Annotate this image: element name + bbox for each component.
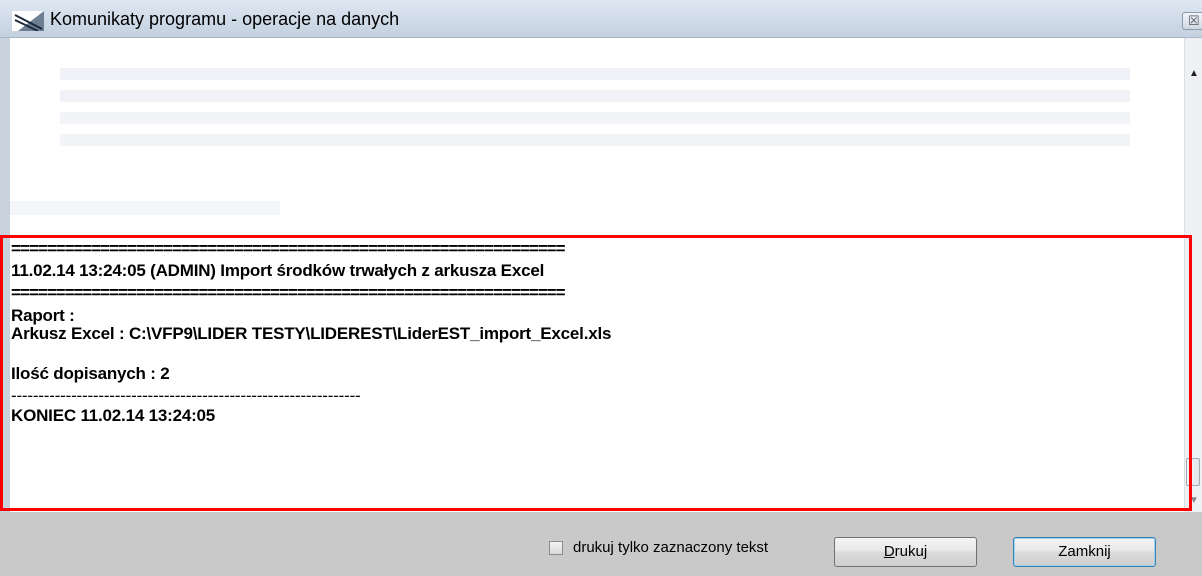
- print-button-label: rukuj: [894, 543, 928, 560]
- separator-line: ========================================…: [11, 239, 566, 258]
- title-bar: Komunikaty programu - operacje na danych…: [0, 0, 1202, 38]
- report-label: Raport :: [11, 306, 75, 325]
- print-button-mnemonic: D: [883, 543, 895, 560]
- scroll-up-icon[interactable]: ▲: [1189, 68, 1199, 79]
- window-close-button[interactable]: ☒: [1182, 12, 1202, 30]
- separator-line: ========================================…: [11, 283, 566, 302]
- print-button[interactable]: Drukuj: [834, 537, 977, 567]
- print-selected-label[interactable]: drukuj tylko zaznaczony tekst: [573, 539, 768, 556]
- print-selected-checkbox[interactable]: [549, 541, 563, 555]
- close-button[interactable]: Zamknij: [1013, 537, 1156, 567]
- end-line: KONIEC 11.02.14 13:24:05: [11, 406, 216, 425]
- dialog-window: Komunikaty programu - operacje na danych…: [0, 0, 1202, 576]
- faded-previous-entries: [10, 38, 1185, 238]
- close-icon: ☒: [1188, 13, 1200, 28]
- app-icon: [12, 11, 44, 31]
- log-header: 11.02.14 13:24:05 (ADMIN) Import środków…: [11, 261, 545, 280]
- dash-line: ----------------------------------------…: [11, 386, 361, 405]
- log-content: ========================================…: [11, 240, 1161, 424]
- excel-sheet-path: Arkusz Excel : C:\VFP9\LIDER TESTY\LIDER…: [11, 324, 612, 343]
- window-title: Komunikaty programu - operacje na danych: [50, 9, 400, 29]
- added-count: Ilość dopisanych : 2: [11, 364, 170, 383]
